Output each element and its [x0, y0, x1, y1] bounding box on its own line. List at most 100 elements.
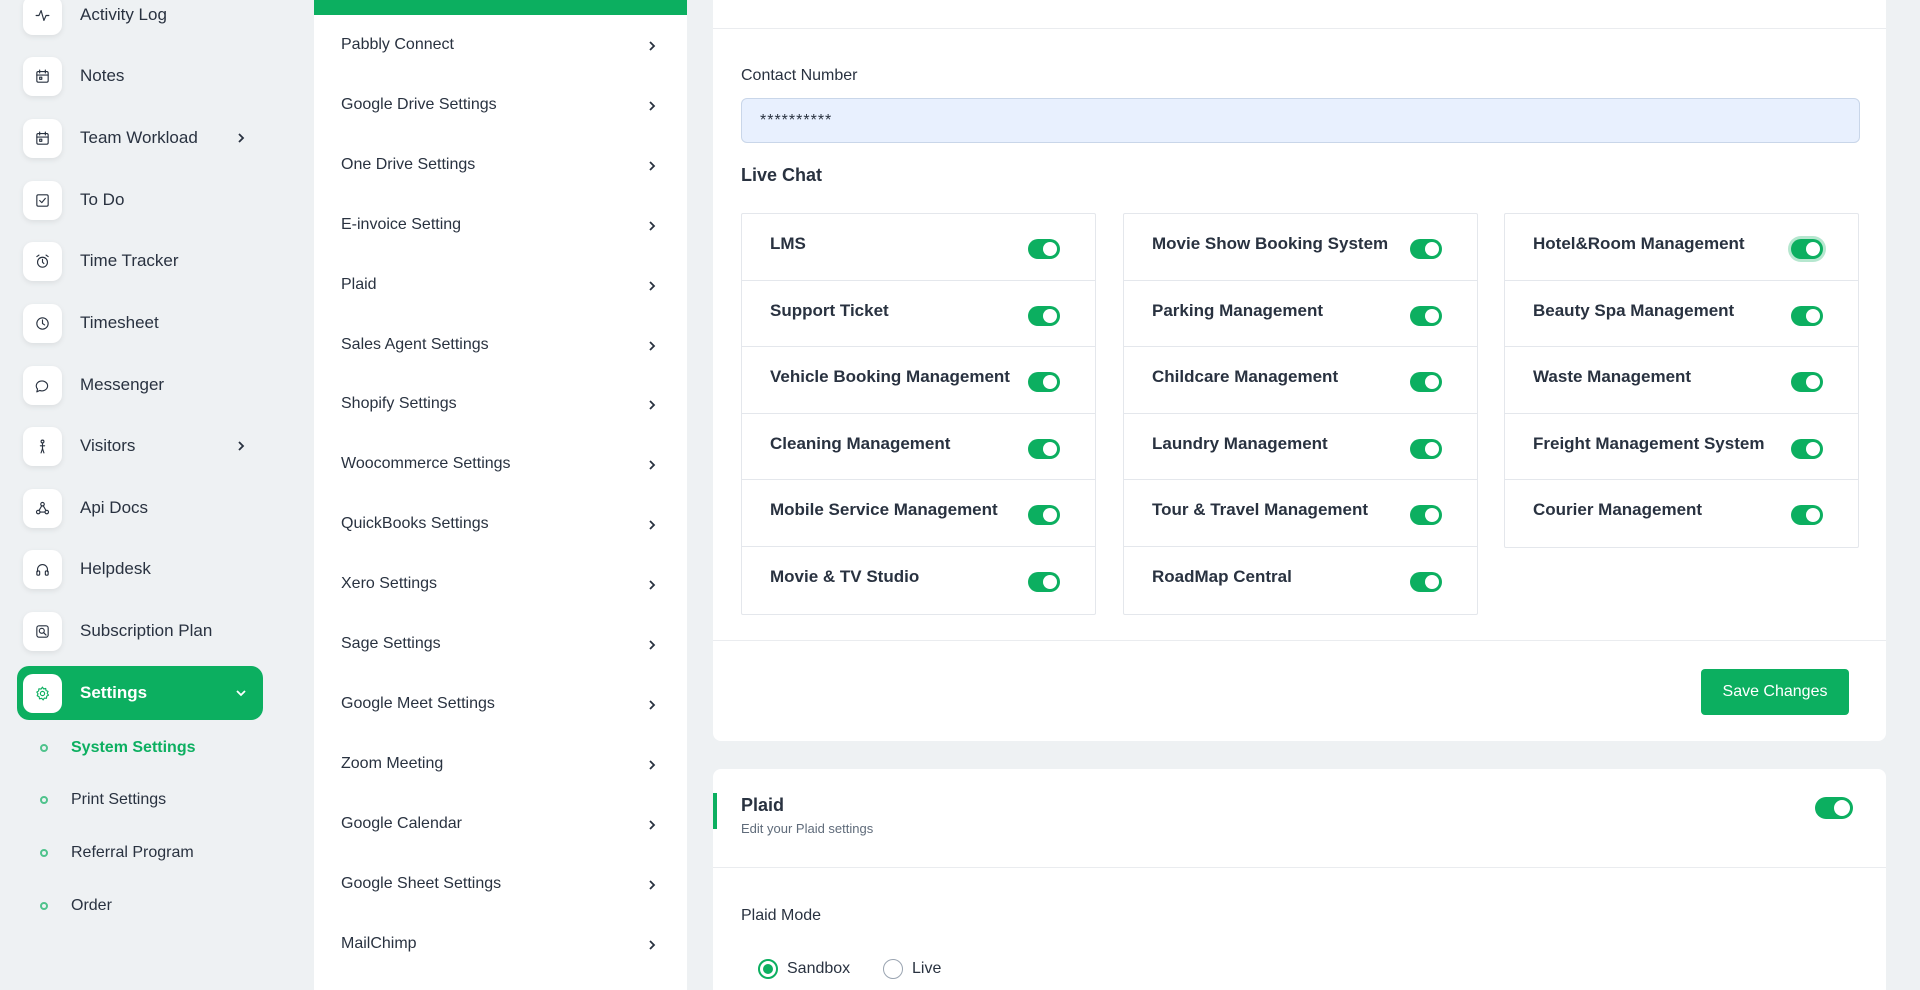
sidebar-item-visitors[interactable]: Visitors: [17, 419, 263, 473]
live-chat-toggle-roadmap-central[interactable]: [1410, 571, 1442, 592]
live-chat-label: Courier Management: [1533, 500, 1703, 520]
live-chat-toggle-tour-travel-management[interactable]: [1410, 505, 1442, 526]
search-badge-icon: [23, 611, 62, 651]
sidebar-item-subscription-plan[interactable]: Subscription Plan: [17, 604, 263, 658]
live-chat-label: Movie & TV Studio: [770, 566, 920, 586]
live-chat-label: Waste Management: [1533, 367, 1692, 387]
live-chat-settings-card: Contact Number Live Chat LMS Support Tick…: [713, 0, 1886, 741]
toggle-knob: [1834, 800, 1850, 816]
settings-menu-item-label: Woocommerce Settings: [341, 455, 511, 473]
sidebar-item-time-tracker[interactable]: Time Tracker: [17, 234, 263, 288]
settings-menu-item-label: Plaid: [341, 275, 377, 293]
live-chat-label: Vehicle Booking Management: [770, 367, 1010, 387]
sidebar-item-helpdesk[interactable]: Helpdesk: [17, 542, 263, 596]
settings-menu-item-google-calendar[interactable]: Google Calendar: [314, 799, 687, 849]
live-chat-label: Movie Show Booking System: [1152, 234, 1389, 253]
calendar-icon: [23, 56, 62, 96]
bullet-icon: [40, 902, 48, 910]
toggle-knob: [1043, 508, 1057, 523]
live-chat-toggle-waste-management[interactable]: [1791, 372, 1823, 393]
sidebar-item-label: Subscription Plan: [80, 621, 213, 640]
toggle-knob: [1043, 308, 1057, 323]
sidebar-item-to-do[interactable]: To Do: [17, 173, 263, 227]
sidebar-item-label: Messenger: [80, 375, 165, 394]
toggle-knob: [1806, 242, 1820, 256]
live-chat-row-vehicle-booking-management: Vehicle Booking Management: [742, 347, 1095, 414]
chevron-right-icon: [647, 398, 657, 411]
plaid-enable-toggle[interactable]: [1815, 797, 1853, 819]
chevron-right-icon: [647, 578, 657, 590]
settings-menu-item-sage-settings[interactable]: Sage Settings: [314, 619, 687, 669]
toggle-knob: [1425, 375, 1439, 390]
chevron-right-icon: [235, 439, 247, 451]
settings-menu-item-mailchimp[interactable]: MailChimp: [314, 919, 687, 969]
plaid-mode-sandbox-radio[interactable]: Sandbox: [758, 959, 850, 979]
toggle-knob: [1425, 574, 1439, 589]
live-chat-row-movie-show-booking-system: Movie Show Booking System: [1124, 214, 1477, 281]
sidebar-sub-item-referral-program[interactable]: Referral Program: [40, 844, 194, 862]
live-chat-toggle-cleaning-management[interactable]: [1028, 438, 1060, 459]
sidebar-item-messenger[interactable]: Messenger: [17, 358, 263, 412]
settings-menu-item-sales-agent-settings[interactable]: Sales Agent Settings: [314, 320, 687, 370]
chevron-right-icon: [647, 698, 657, 710]
checkbox-icon: [23, 180, 62, 220]
live-chat-label: Tour & Travel Management: [1152, 500, 1369, 520]
share-nodes-icon: [23, 488, 62, 528]
toggle-knob: [1043, 375, 1057, 390]
sidebar-item-settings[interactable]: Settings: [17, 666, 263, 720]
live-chat-toggle-movie-tv-studio[interactable]: [1028, 571, 1060, 592]
live-chat-toggle-hotel-room-management[interactable]: [1791, 239, 1823, 259]
sidebar-sub-item-print-settings[interactable]: Print Settings: [40, 791, 166, 809]
settings-menu-item-google-sheet-settings[interactable]: Google Sheet Settings: [314, 859, 687, 909]
live-chat-label: Beauty Spa Management: [1533, 300, 1735, 320]
live-chat-toggle-vehicle-booking-management[interactable]: [1028, 372, 1060, 393]
chevron-down-icon: [235, 686, 247, 698]
live-chat-toggle-support-ticket[interactable]: [1028, 305, 1060, 326]
live-chat-toggle-beauty-spa-management[interactable]: [1791, 305, 1823, 326]
toggle-knob: [1043, 242, 1057, 256]
live-chat-row-cleaning-management: Cleaning Management: [742, 414, 1095, 481]
sidebar-item-label: To Do: [80, 190, 125, 209]
plaid-mode-live-radio[interactable]: Live: [883, 959, 941, 979]
radio-button[interactable]: [758, 959, 778, 979]
live-chat-label: LMS: [770, 234, 806, 253]
live-chat-toggle-childcare-management[interactable]: [1410, 372, 1442, 393]
settings-menu-item-google-drive-settings[interactable]: Google Drive Settings: [314, 80, 687, 130]
contact-number-input[interactable]: [741, 98, 1860, 143]
settings-menu-item-pabbly-connect[interactable]: Pabbly Connect: [314, 20, 687, 70]
live-chat-toggle-lms[interactable]: [1028, 239, 1060, 259]
sidebar-item-label: Time Tracker: [80, 251, 179, 270]
sidebar-item-api-docs[interactable]: Api Docs: [17, 481, 263, 535]
settings-menu-item-label: One Drive Settings: [341, 155, 476, 173]
sidebar-sub-item-system-settings[interactable]: System Settings: [40, 739, 195, 757]
settings-menu-item-quickbooks-settings[interactable]: QuickBooks Settings: [314, 499, 687, 549]
settings-menu-item-e-invoice-setting[interactable]: E-invoice Setting: [314, 200, 687, 250]
live-chat-toggle-freight-management-system[interactable]: [1791, 438, 1823, 459]
live-chat-toggle-movie-show-booking-system[interactable]: [1410, 239, 1442, 259]
live-chat-toggle-laundry-management[interactable]: [1410, 438, 1442, 459]
live-chat-toggle-courier-management[interactable]: [1791, 505, 1823, 526]
sidebar-sub-item-order[interactable]: Order: [40, 897, 112, 915]
toggle-knob: [1806, 375, 1820, 390]
radio-button[interactable]: [883, 959, 903, 979]
save-changes-button[interactable]: Save Changes: [1701, 669, 1849, 715]
settings-menu-item-zoom-meeting[interactable]: Zoom Meeting: [314, 739, 687, 789]
settings-menu-item-plaid[interactable]: Plaid: [314, 260, 687, 310]
settings-menu-item-one-drive-settings[interactable]: One Drive Settings: [314, 140, 687, 190]
sidebar-item-notes[interactable]: Notes: [17, 49, 263, 103]
headphones-icon: [23, 549, 62, 589]
sidebar-item-team-workload[interactable]: Team Workload: [17, 111, 263, 165]
settings-menu-item-google-meet-settings[interactable]: Google Meet Settings: [314, 679, 687, 729]
settings-menu-item-label: Google Sheet Settings: [341, 874, 502, 892]
settings-menu-item-xero-settings[interactable]: Xero Settings: [314, 559, 687, 609]
settings-menu-item-shopify-settings[interactable]: Shopify Settings: [314, 379, 687, 429]
live-chat-toggle-mobile-service-management[interactable]: [1028, 505, 1060, 526]
live-chat-row-hotel-room-management: Hotel&Room Management: [1505, 214, 1858, 281]
sidebar-item-timesheet[interactable]: Timesheet: [17, 296, 263, 350]
plaid-subtitle: Edit your Plaid settings: [741, 821, 874, 836]
sidebar-item-activity-log[interactable]: Activity Log: [17, 0, 263, 42]
live-chat-title: Live Chat: [741, 165, 823, 185]
live-chat-toggle-parking-management[interactable]: [1410, 305, 1442, 326]
toggle-knob: [1806, 308, 1820, 323]
settings-menu-item-woocommerce-settings[interactable]: Woocommerce Settings: [314, 439, 687, 489]
